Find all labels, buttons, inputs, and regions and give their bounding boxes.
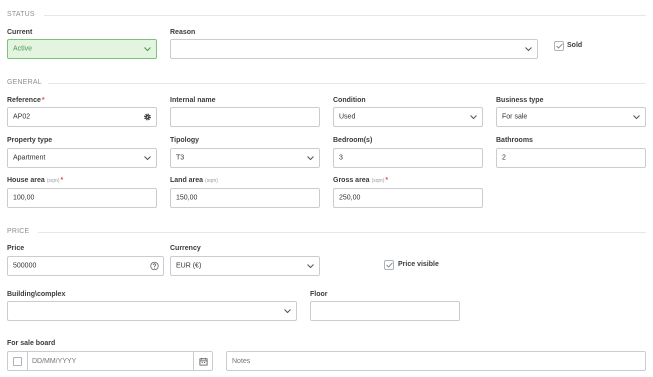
current-status-value: Active: [13, 45, 33, 53]
tipology-select[interactable]: T3: [170, 148, 320, 168]
status-divider: [44, 15, 646, 16]
current-status-select[interactable]: Active: [7, 39, 157, 59]
currency-value: EUR (€): [176, 262, 202, 270]
current-label: Current: [7, 29, 33, 36]
price-section-title: PRICE: [7, 228, 30, 235]
sold-checkbox[interactable]: [554, 41, 564, 51]
house-area-unit: (sqm): [46, 178, 60, 184]
for-sale-board-date-input[interactable]: [32, 354, 192, 368]
property-type-select[interactable]: Apartment: [7, 148, 157, 168]
required-marker: *: [60, 177, 64, 184]
chevron-down-icon: [632, 113, 641, 122]
reason-select[interactable]: [170, 39, 538, 59]
land-area-unit: (sqm): [205, 178, 218, 184]
price-divider: [38, 232, 646, 233]
for-sale-board-checkbox[interactable]: [13, 356, 22, 366]
bathrooms-input[interactable]: 2: [496, 148, 646, 168]
house-area-value: 100,00: [13, 194, 35, 202]
internal-name-input[interactable]: [170, 107, 320, 127]
bedrooms-input[interactable]: 3: [333, 148, 483, 168]
chevron-down-icon: [306, 154, 315, 163]
for-sale-board-notes[interactable]: [226, 351, 646, 371]
bedrooms-value: 3: [339, 154, 343, 162]
property-type-label: Property type: [7, 137, 53, 144]
property-type-value: Apartment: [13, 154, 46, 162]
chevron-down-icon: [143, 154, 152, 163]
reason-label: Reason: [170, 29, 196, 36]
building-complex-label: Building\complex: [7, 291, 66, 298]
land-area-value: 150,00: [176, 194, 198, 202]
gross-area-value: 250,00: [339, 194, 361, 202]
check-icon: [385, 262, 393, 268]
floor-label: Floor: [310, 291, 328, 298]
price-visible-label: Price visible: [398, 261, 439, 268]
reference-value: AP02: [13, 113, 31, 121]
business-type-label: Business type: [496, 97, 544, 104]
currency-select[interactable]: EUR (€): [170, 256, 320, 276]
house-area-input[interactable]: 100,00: [7, 188, 157, 208]
gross-area-unit: (sqm): [371, 178, 385, 184]
tipology-value: T3: [176, 154, 185, 162]
reference-label: Reference*: [7, 97, 45, 104]
price-input[interactable]: 500000: [7, 256, 164, 276]
gross-area-label: Gross area (sqm)*: [333, 177, 389, 184]
help-circle-icon[interactable]: [150, 261, 159, 271]
land-area-label: Land area (sqm): [170, 177, 218, 184]
for-sale-board-label: For sale board: [7, 340, 56, 347]
chevron-down-icon: [306, 262, 315, 271]
house-area-label: House area (sqm)*: [7, 177, 64, 184]
required-marker: *: [41, 97, 45, 104]
condition-select[interactable]: Used: [333, 107, 483, 127]
calendar-icon: [198, 357, 208, 366]
building-complex-select[interactable]: [7, 301, 297, 321]
price-label: Price: [7, 245, 25, 252]
internal-name-label: Internal name: [170, 97, 216, 104]
floor-input[interactable]: [310, 301, 460, 321]
chevron-down-icon: [469, 113, 478, 122]
bedrooms-label: Bedroom(s): [333, 137, 373, 144]
for-sale-board-checkbox-wrap: [8, 352, 28, 370]
condition-value: Used: [339, 113, 356, 121]
for-sale-board-group: [7, 351, 213, 371]
business-type-select[interactable]: For sale: [496, 107, 646, 127]
notes-input[interactable]: [232, 354, 637, 368]
general-divider: [48, 83, 646, 84]
reference-input[interactable]: AP02: [7, 107, 157, 127]
price-value: 500000: [13, 262, 37, 270]
gross-area-input[interactable]: 250,00: [333, 188, 483, 208]
status-section-title: STATUS: [7, 11, 35, 18]
general-section-title: GENERAL: [7, 79, 42, 86]
condition-label: Condition: [333, 97, 366, 104]
currency-label: Currency: [170, 245, 201, 252]
gear-icon[interactable]: [143, 113, 152, 122]
price-visible-checkbox[interactable]: [384, 260, 394, 270]
calendar-button[interactable]: [193, 352, 212, 370]
chevron-down-icon: [143, 45, 152, 54]
bathrooms-label: Bathrooms: [496, 137, 533, 144]
business-type-value: For sale: [502, 113, 528, 121]
bathrooms-value: 2: [502, 154, 506, 162]
required-marker: *: [385, 177, 389, 184]
chevron-down-icon: [524, 45, 533, 54]
chevron-down-icon: [283, 307, 292, 316]
sold-label: Sold: [567, 42, 583, 49]
tipology-label: Tipology: [170, 137, 200, 144]
land-area-input[interactable]: 150,00: [170, 188, 320, 208]
check-icon: [555, 43, 563, 49]
